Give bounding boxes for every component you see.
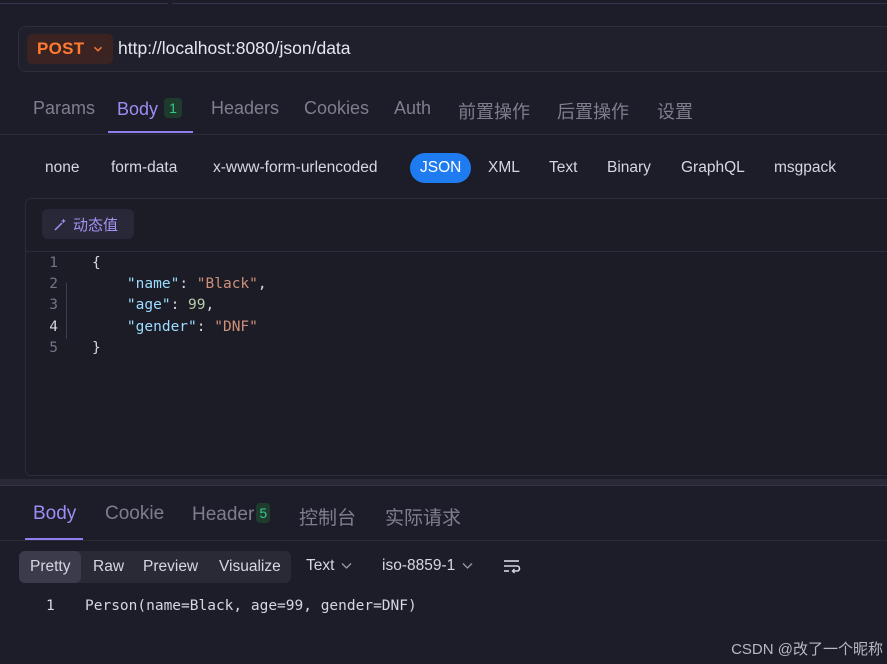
tab-headers[interactable]: Headers: [211, 98, 279, 119]
view-mode-visualize[interactable]: Visualize: [208, 551, 292, 583]
line-number: 1: [49, 255, 58, 271]
body-type-json[interactable]: JSON: [410, 153, 472, 183]
tab-cookies[interactable]: Cookies: [304, 98, 369, 119]
response-tab-header[interactable]: Header 5: [192, 503, 271, 526]
request-tabs: Params Body 1 Headers Cookies Auth 前置操作 后…: [0, 86, 887, 135]
code-token: "DNF": [214, 319, 258, 335]
chevron-down-icon: [462, 563, 473, 569]
encoding-dropdown[interactable]: iso-8859-1: [382, 557, 473, 575]
editor-divider: [26, 251, 887, 252]
response-view-modes: Pretty Raw Preview Visualize: [19, 551, 291, 583]
code-text: {: [92, 253, 101, 274]
line-number: 2: [49, 276, 58, 292]
view-mode-pretty[interactable]: Pretty: [19, 551, 82, 583]
top-divider: [0, 3, 168, 4]
dynamic-value-button[interactable]: 动态值: [42, 209, 134, 239]
response-line-number: 1: [46, 598, 55, 614]
body-type-binary[interactable]: Binary: [607, 159, 651, 177]
view-mode-raw[interactable]: Raw: [82, 551, 135, 583]
body-type-x-www-form-urlencoded[interactable]: x-www-form-urlencoded: [213, 159, 378, 177]
tab-params[interactable]: Params: [33, 98, 95, 119]
panel-divider: [0, 485, 887, 486]
body-type-options: none form-data x-www-form-urlencoded JSO…: [0, 150, 887, 186]
line-number: 5: [49, 340, 58, 356]
code-token: "Black": [196, 276, 258, 292]
tab-settings[interactable]: 设置: [657, 98, 693, 124]
code-token: ,: [257, 276, 267, 292]
body-type-text[interactable]: Text: [549, 159, 577, 177]
encoding-label: iso-8859-1: [382, 557, 456, 574]
method-label: POST: [37, 39, 85, 58]
code-line: 4 "gender": "DNF": [0, 317, 860, 338]
word-wrap-icon[interactable]: [502, 558, 522, 574]
response-tab-cookie[interactable]: Cookie: [105, 503, 164, 525]
line-number: 4: [49, 319, 58, 335]
body-count-badge: 1: [164, 98, 183, 118]
line-number: 3: [49, 297, 58, 313]
code-text: }: [92, 338, 101, 359]
response-text: Person(name=Black, age=99, gender=DNF): [85, 598, 417, 614]
method-selector[interactable]: POST: [27, 34, 113, 64]
code-token: }: [92, 340, 101, 356]
code-text: "name": "Black",: [92, 274, 267, 295]
code-token: :: [179, 276, 197, 292]
code-token: "age": [126, 297, 171, 313]
code-token: {: [92, 255, 101, 271]
code-line: 2 "name": "Black",: [0, 274, 860, 295]
format-label: Text: [306, 557, 335, 574]
tab-body[interactable]: Body 1: [117, 98, 183, 120]
chevron-down-icon: [341, 563, 352, 569]
body-type-xml[interactable]: XML: [488, 159, 520, 177]
dynamic-value-label: 动态值: [73, 216, 119, 234]
code-token: "name": [126, 276, 180, 292]
tab-auth[interactable]: Auth: [394, 98, 431, 119]
code-line: 5}: [0, 338, 860, 359]
response-tab-console[interactable]: 控制台: [299, 503, 356, 530]
code-line: 3 "age": 99,: [0, 295, 860, 316]
response-tabs: Body Cookie Header 5 控制台 实际请求: [0, 490, 887, 541]
code-token: ,: [205, 297, 215, 313]
view-mode-preview[interactable]: Preview: [132, 551, 209, 583]
tab-post-processors[interactable]: 后置操作: [557, 98, 629, 124]
body-type-none[interactable]: none: [45, 159, 79, 177]
active-response-tab-indicator: [25, 538, 83, 540]
active-tab-indicator: [108, 131, 193, 133]
body-type-msgpack[interactable]: msgpack: [774, 159, 836, 177]
top-divider: [172, 3, 887, 4]
magic-wand-icon: [54, 218, 66, 231]
code-token: :: [196, 319, 215, 335]
response-tab-body[interactable]: Body: [33, 503, 76, 525]
body-type-form-data[interactable]: form-data: [111, 159, 177, 177]
tab-pre-processors[interactable]: 前置操作: [458, 98, 530, 124]
code-line: 1{: [0, 253, 860, 274]
response-tab-header-label: Header: [192, 504, 255, 525]
code-text: "gender": "DNF": [92, 317, 258, 338]
window-top-strip: [0, 0, 887, 14]
code-text: "age": 99,: [92, 295, 214, 316]
tab-body-label: Body: [117, 99, 159, 119]
url-bar: POST http://localhost:8080/json/data: [18, 26, 887, 72]
body-type-graphql[interactable]: GraphQL: [681, 159, 745, 177]
format-dropdown[interactable]: Text: [306, 557, 352, 575]
chevron-down-icon: [93, 46, 102, 52]
header-count-badge: 5: [256, 503, 271, 523]
code-token: 99: [188, 297, 206, 313]
watermark: CSDN @改了一个昵称: [731, 641, 883, 658]
code-token: "gender": [126, 319, 197, 335]
response-tab-actual-request[interactable]: 实际请求: [385, 503, 461, 530]
url-input[interactable]: http://localhost:8080/json/data: [118, 38, 351, 59]
code-token: :: [170, 297, 189, 313]
indent-guide: [66, 283, 67, 339]
